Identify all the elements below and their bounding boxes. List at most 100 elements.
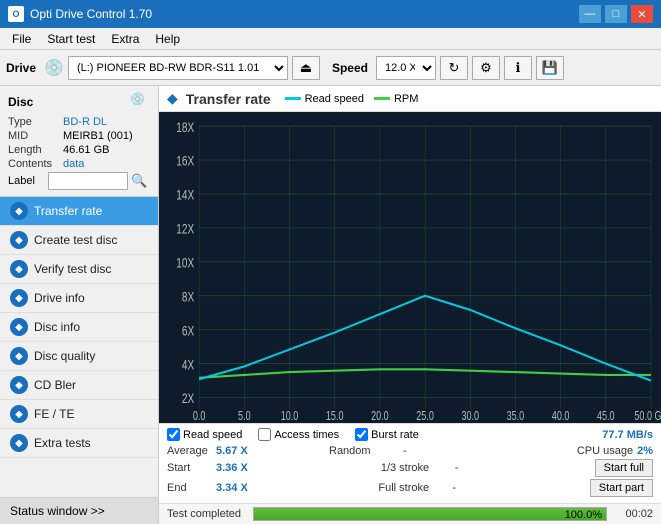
access-times-checkbox[interactable] (258, 428, 271, 441)
burst-rate-number: 77.7 MB/s (602, 429, 653, 441)
nav-label-disc-quality: Disc quality (34, 349, 95, 363)
disc-label-icon[interactable]: 🔍 (131, 173, 147, 189)
stats-row-1: Average 5.67 X Random - CPU usage 2% (167, 445, 653, 457)
nav-label-drive-info: Drive info (34, 291, 85, 305)
stat-average-label: Average (167, 445, 212, 457)
disc-label-input[interactable] (48, 172, 128, 190)
chart-controls: Read speed Access times Burst rate 77.7 … (159, 423, 661, 503)
status-window-label: Status window >> (10, 504, 105, 518)
cpu-group: CPU usage 2% (491, 445, 653, 457)
checkboxes-row: Read speed Access times Burst rate 77.7 … (167, 428, 653, 441)
nav-disc-info[interactable]: ◆ Disc info (0, 313, 158, 342)
nav-cd-bler[interactable]: ◆ CD Bler (0, 371, 158, 400)
config-button[interactable]: ⚙ (472, 56, 500, 80)
nav-label-create-test-disc: Create test disc (34, 233, 117, 247)
nav-icon-disc-info: ◆ (10, 318, 28, 336)
nav-label-extra-tests: Extra tests (34, 436, 91, 450)
drive-icon: 💿 (44, 58, 64, 78)
start-part-button[interactable]: Start part (590, 479, 653, 497)
svg-text:4X: 4X (182, 357, 194, 373)
start-full-button[interactable]: Start full (595, 459, 653, 477)
nav-icon-fe-te: ◆ (10, 405, 28, 423)
cpu-val: 2% (637, 445, 653, 457)
legend-read-speed: Read speed (285, 93, 364, 105)
stat-stroke13-group: 1/3 stroke - (381, 459, 595, 477)
nav-label-transfer-rate: Transfer rate (34, 204, 102, 218)
speed-label: Speed (332, 61, 368, 75)
drive-select[interactable]: (L:) PIONEER BD-RW BDR-S11 1.01 (68, 56, 288, 80)
svg-text:6X: 6X (182, 323, 194, 339)
cpu-label: CPU usage (577, 445, 633, 457)
nav-icon-transfer-rate: ◆ (10, 202, 28, 220)
stat-fullstroke-val: - (452, 482, 472, 494)
nav-create-test-disc[interactable]: ◆ Create test disc (0, 226, 158, 255)
svg-text:14X: 14X (176, 187, 194, 203)
close-button[interactable]: ✕ (631, 5, 653, 23)
burst-rate-value: 77.7 MB/s (602, 429, 653, 441)
save-button[interactable]: 💾 (536, 56, 564, 80)
checkbox-burst-rate[interactable]: Burst rate (355, 428, 419, 441)
speed-select[interactable]: 12.0 X ↓ (376, 56, 436, 80)
app-icon: O (8, 6, 24, 22)
menu-help[interactable]: Help (147, 30, 188, 48)
disc-type-val: BD-R DL (63, 116, 107, 128)
stat-start-label: Start (167, 462, 212, 474)
disc-length-key: Length (8, 144, 63, 156)
nav-icon-verify-test-disc: ◆ (10, 260, 28, 278)
burst-rate-checkbox[interactable] (355, 428, 368, 441)
toolbar: Drive 💿 (L:) PIONEER BD-RW BDR-S11 1.01 … (0, 50, 661, 86)
nav-label-cd-bler: CD Bler (34, 378, 76, 392)
svg-text:5.0: 5.0 (238, 410, 251, 423)
checkbox-access-times[interactable]: Access times (258, 428, 339, 441)
chart-legend: Read speed RPM (285, 93, 419, 105)
legend-read-speed-color (285, 97, 301, 100)
stat-end-val: 3.34 X (216, 482, 256, 494)
progress-time: 00:02 (613, 508, 653, 520)
disc-contents-key: Contents (8, 158, 63, 170)
menu-start-test[interactable]: Start test (39, 30, 103, 48)
info-button[interactable]: ℹ (504, 56, 532, 80)
chart-svg: 18X 16X 14X 12X 10X 8X 6X 4X 2X 0.0 5.0 … (159, 112, 661, 423)
chart-header: ◆ Transfer rate Read speed RPM (159, 86, 661, 112)
eject-button[interactable]: ⏏ (292, 56, 320, 80)
nav-transfer-rate[interactable]: ◆ Transfer rate (0, 197, 158, 226)
disc-info-icon[interactable]: 💿 (130, 92, 150, 112)
stat-stroke13-label: 1/3 stroke (381, 462, 451, 474)
maximize-button[interactable]: □ (605, 5, 627, 23)
nav-drive-info[interactable]: ◆ Drive info (0, 284, 158, 313)
refresh-button[interactable]: ↻ (440, 56, 468, 80)
progress-bar-container: 100.0% (253, 507, 607, 521)
menu-extra[interactable]: Extra (103, 30, 147, 48)
disc-length-row: Length 46.61 GB (8, 144, 150, 156)
checkbox-read-speed[interactable]: Read speed (167, 428, 242, 441)
legend-rpm-color (374, 97, 390, 100)
menu-file[interactable]: File (4, 30, 39, 48)
progress-bar-fill (254, 508, 606, 520)
stat-average-group: Average 5.67 X (167, 445, 329, 457)
svg-text:10X: 10X (176, 255, 194, 271)
progress-label: Test completed (167, 508, 247, 520)
app-title: Opti Drive Control 1.70 (30, 7, 152, 21)
right-panel: ◆ Transfer rate Read speed RPM (159, 86, 661, 524)
disc-title: Disc (8, 95, 33, 109)
nav-icon-create-test-disc: ◆ (10, 231, 28, 249)
nav-label-fe-te: FE / TE (34, 407, 74, 421)
nav-disc-quality[interactable]: ◆ Disc quality (0, 342, 158, 371)
access-times-checkbox-label: Access times (274, 429, 339, 441)
progress-area: Test completed 100.0% 00:02 (159, 503, 661, 524)
minimize-button[interactable]: — (579, 5, 601, 23)
nav-extra-tests[interactable]: ◆ Extra tests (0, 429, 158, 458)
disc-mid-row: MID MEIRB1 (001) (8, 130, 150, 142)
stat-start-val: 3.36 X (216, 462, 256, 474)
svg-text:20.0: 20.0 (371, 410, 389, 423)
nav-label-disc-info: Disc info (34, 320, 80, 334)
svg-text:0.0: 0.0 (193, 410, 206, 423)
status-window-button[interactable]: Status window >> (0, 497, 158, 524)
read-speed-checkbox[interactable] (167, 428, 180, 441)
disc-length-val: 46.61 GB (63, 144, 109, 156)
nav-verify-test-disc[interactable]: ◆ Verify test disc (0, 255, 158, 284)
stat-start-group: Start 3.36 X (167, 459, 381, 477)
nav-fe-te[interactable]: ◆ FE / TE (0, 400, 158, 429)
svg-text:10.0: 10.0 (281, 410, 299, 423)
chart-area: 18X 16X 14X 12X 10X 8X 6X 4X 2X 0.0 5.0 … (159, 112, 661, 423)
